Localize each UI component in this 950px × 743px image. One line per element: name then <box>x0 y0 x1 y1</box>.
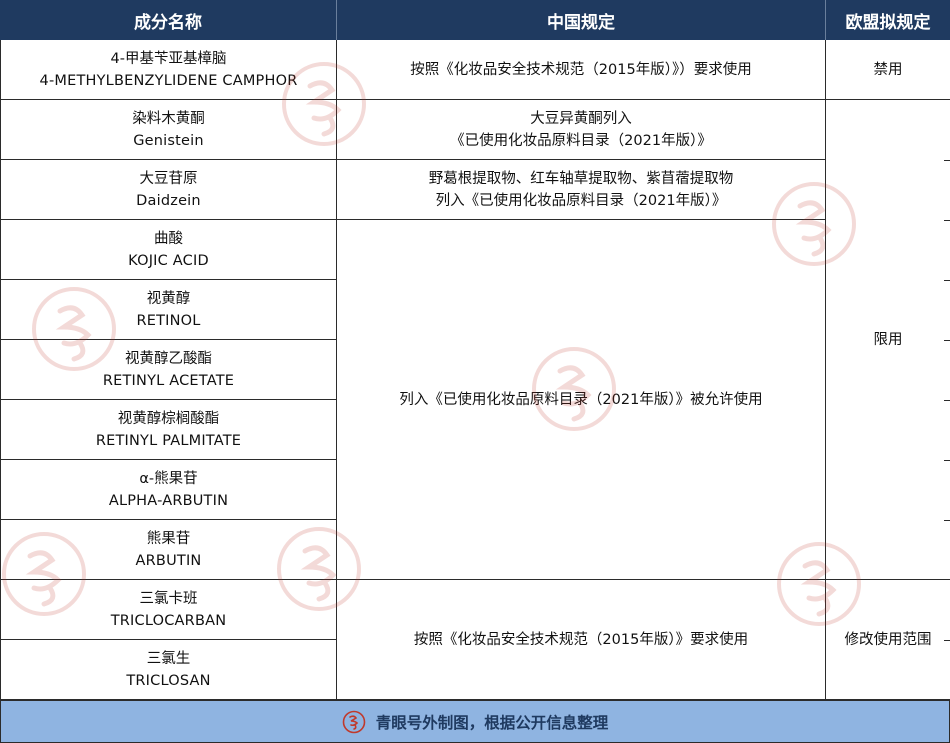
table-row: 视黄醇乙酸酯 RETINYL ACETATE <box>0 340 337 400</box>
ingredient-en-name: Genistein <box>133 132 204 149</box>
ingredient-en-name: 4-METHYLBENZYLIDENE CAMPHOR <box>39 72 298 89</box>
eu-regulation-cell: 禁用 <box>826 40 950 100</box>
ingredient-cn-name: 曲酸 <box>154 230 183 247</box>
header-china-regulation: 中国规定 <box>337 0 826 40</box>
table-row: 4-甲基苄亚基樟脑 4-METHYLBENZYLIDENE CAMPHOR <box>0 40 337 100</box>
eu-regulation-text: 限用 <box>873 331 903 348</box>
ingredient-en-name: Daidzein <box>136 192 201 209</box>
table-row: 熊果苷 ARBUTIN <box>0 520 337 580</box>
table-row: 大豆苷原 Daidzein <box>0 160 337 220</box>
divider <box>944 280 950 281</box>
regulation-table: 成分名称 中国规定 欧盟拟规定 4-甲基苄亚基樟脑 4-METHYLBENZYL… <box>0 0 950 743</box>
eu-regulation-cell: 限用 <box>826 100 950 580</box>
ingredient-cn-name: α-熊果苷 <box>139 470 198 487</box>
divider <box>944 460 950 461</box>
china-regulation-text: 按照《化妆品安全技术规范（2015年版）》）要求使用 <box>410 61 752 78</box>
ingredient-cn-name: 熊果苷 <box>146 530 191 547</box>
china-regulation-text: 列入《已使用化妆品原料目录（2021年版）》 <box>435 192 727 209</box>
china-regulation-text: 列入《已使用化妆品原料目录（2021年版）》被允许使用 <box>399 391 763 408</box>
ingredient-en-name: ARBUTIN <box>135 552 202 569</box>
ingredient-cn-name: 视黄醇 <box>146 290 191 307</box>
ingredient-en-name: RETINYL PALMITATE <box>95 432 242 449</box>
header-eu-regulation: 欧盟拟规定 <box>826 0 950 40</box>
china-regulation-text: 大豆异黄酮列入 <box>530 110 632 127</box>
china-regulation-cell: 按照《化妆品安全技术规范（2015年版）》要求使用 <box>337 580 826 700</box>
ingredient-en-name: RETINYL ACETATE <box>102 372 235 389</box>
eu-regulation-text: 修改使用范围 <box>844 631 932 648</box>
china-regulation-cell: 列入《已使用化妆品原料目录（2021年版）》被允许使用 <box>337 220 826 580</box>
ingredient-cn-name: 三氯卡班 <box>139 590 198 607</box>
eu-regulation-cell: 修改使用范围 <box>826 580 950 700</box>
table-row: 视黄醇 RETINOL <box>0 280 337 340</box>
divider <box>944 400 950 401</box>
ingredient-en-name: RETINOL <box>136 312 201 329</box>
table-row: 视黄醇棕榈酸酯 RETINYL PALMITATE <box>0 400 337 460</box>
header-ingredient-name: 成分名称 <box>0 0 337 40</box>
ingredient-en-name: KOJIC ACID <box>128 252 209 269</box>
table-row: 三氯卡班 TRICLOCARBAN <box>0 580 337 640</box>
qingyan-seal-logo-icon <box>342 710 366 733</box>
divider <box>944 220 950 221</box>
ingredient-en-name: TRICLOCARBAN <box>110 612 227 629</box>
ingredient-en-name: TRICLOSAN <box>126 672 211 689</box>
table-row: 曲酸 KOJIC ACID <box>0 220 337 280</box>
source-footer: 青眼号外制图，根据公开信息整理 <box>0 700 950 743</box>
china-regulation-cell: 野葛根提取物、红车轴草提取物、紫苜蓿提取物 列入《已使用化妆品原料目录（2021… <box>337 160 826 220</box>
ingredient-cn-name: 视黄醇棕榈酸酯 <box>117 410 220 427</box>
table-row: 染料木黄酮 Genistein <box>0 100 337 160</box>
divider <box>944 160 950 161</box>
divider <box>944 640 950 641</box>
ingredient-cn-name: 4-甲基苄亚基樟脑 <box>110 50 227 67</box>
footer-text: 青眼号外制图，根据公开信息整理 <box>375 713 609 732</box>
eu-regulation-text: 禁用 <box>873 61 903 78</box>
china-regulation-text: 野葛根提取物、红车轴草提取物、紫苜蓿提取物 <box>428 170 734 187</box>
divider <box>944 520 950 521</box>
china-regulation-text: 按照《化妆品安全技术规范（2015年版）》要求使用 <box>413 631 749 648</box>
table-row: 三氯生 TRICLOSAN <box>0 640 337 700</box>
china-regulation-text: 《已使用化妆品原料目录（2021年版）》 <box>450 132 712 149</box>
table-row: α-熊果苷 ALPHA-ARBUTIN <box>0 460 337 520</box>
ingredient-cn-name: 染料木黄酮 <box>132 110 205 127</box>
ingredient-cn-name: 视黄醇乙酸酯 <box>125 350 212 367</box>
china-regulation-cell: 大豆异黄酮列入 《已使用化妆品原料目录（2021年版）》 <box>337 100 826 160</box>
ingredient-cn-name: 大豆苷原 <box>139 170 198 187</box>
china-regulation-cell: 按照《化妆品安全技术规范（2015年版）》）要求使用 <box>337 40 826 100</box>
ingredient-en-name: ALPHA-ARBUTIN <box>108 492 229 509</box>
divider <box>944 340 950 341</box>
ingredient-cn-name: 三氯生 <box>146 650 191 667</box>
